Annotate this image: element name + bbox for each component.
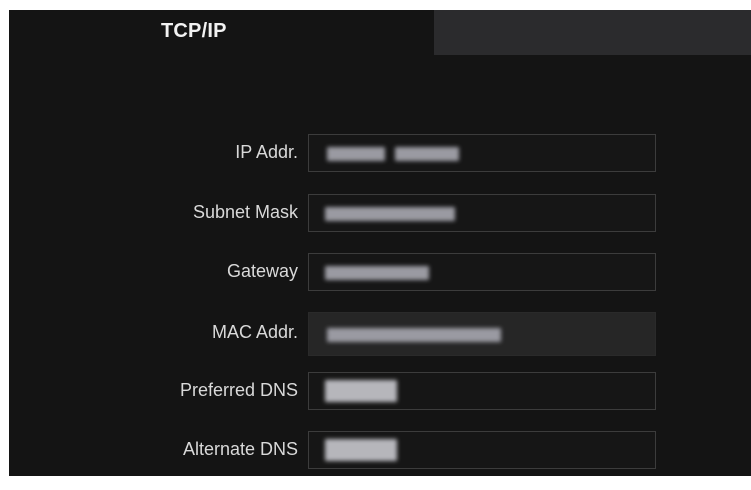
mac-address-row: MAC Addr. bbox=[9, 312, 751, 356]
redacted-value bbox=[325, 439, 397, 461]
redacted-value bbox=[325, 266, 429, 280]
mac-address-label: MAC Addr. bbox=[211, 322, 298, 342]
redacted-value bbox=[327, 328, 501, 342]
redacted-value bbox=[395, 147, 459, 161]
redacted-value bbox=[327, 147, 385, 161]
tab-tcpip-label: TCP/IP bbox=[161, 20, 227, 42]
ip-address-row: IP Addr. bbox=[9, 134, 751, 174]
subnet-mask-label: Subnet Mask bbox=[192, 202, 298, 222]
tcpip-settings-panel: TCP/IP IP Addr. Subnet Mask Gateway MAC … bbox=[9, 10, 751, 476]
preferred-dns-label: Preferred DNS bbox=[179, 380, 298, 400]
preferred-dns-row: Preferred DNS bbox=[9, 372, 751, 412]
redacted-value bbox=[325, 380, 397, 402]
preferred-dns-input[interactable] bbox=[308, 372, 656, 410]
redacted-value bbox=[325, 207, 455, 221]
alternate-dns-label: Alternate DNS bbox=[182, 439, 298, 459]
gateway-label: Gateway bbox=[226, 261, 298, 281]
subnet-mask-input[interactable] bbox=[308, 194, 656, 232]
tab-other[interactable] bbox=[434, 10, 751, 55]
gateway-input[interactable] bbox=[308, 253, 656, 291]
ip-address-label: IP Addr. bbox=[235, 142, 298, 162]
subnet-mask-row: Subnet Mask bbox=[9, 194, 751, 234]
alternate-dns-row: Alternate DNS bbox=[9, 431, 751, 471]
alternate-dns-input[interactable] bbox=[308, 431, 656, 469]
ip-address-input[interactable] bbox=[308, 134, 656, 172]
tab-tcpip[interactable]: TCP/IP bbox=[9, 10, 434, 55]
gateway-row: Gateway bbox=[9, 253, 751, 293]
mac-address-field bbox=[308, 312, 656, 356]
